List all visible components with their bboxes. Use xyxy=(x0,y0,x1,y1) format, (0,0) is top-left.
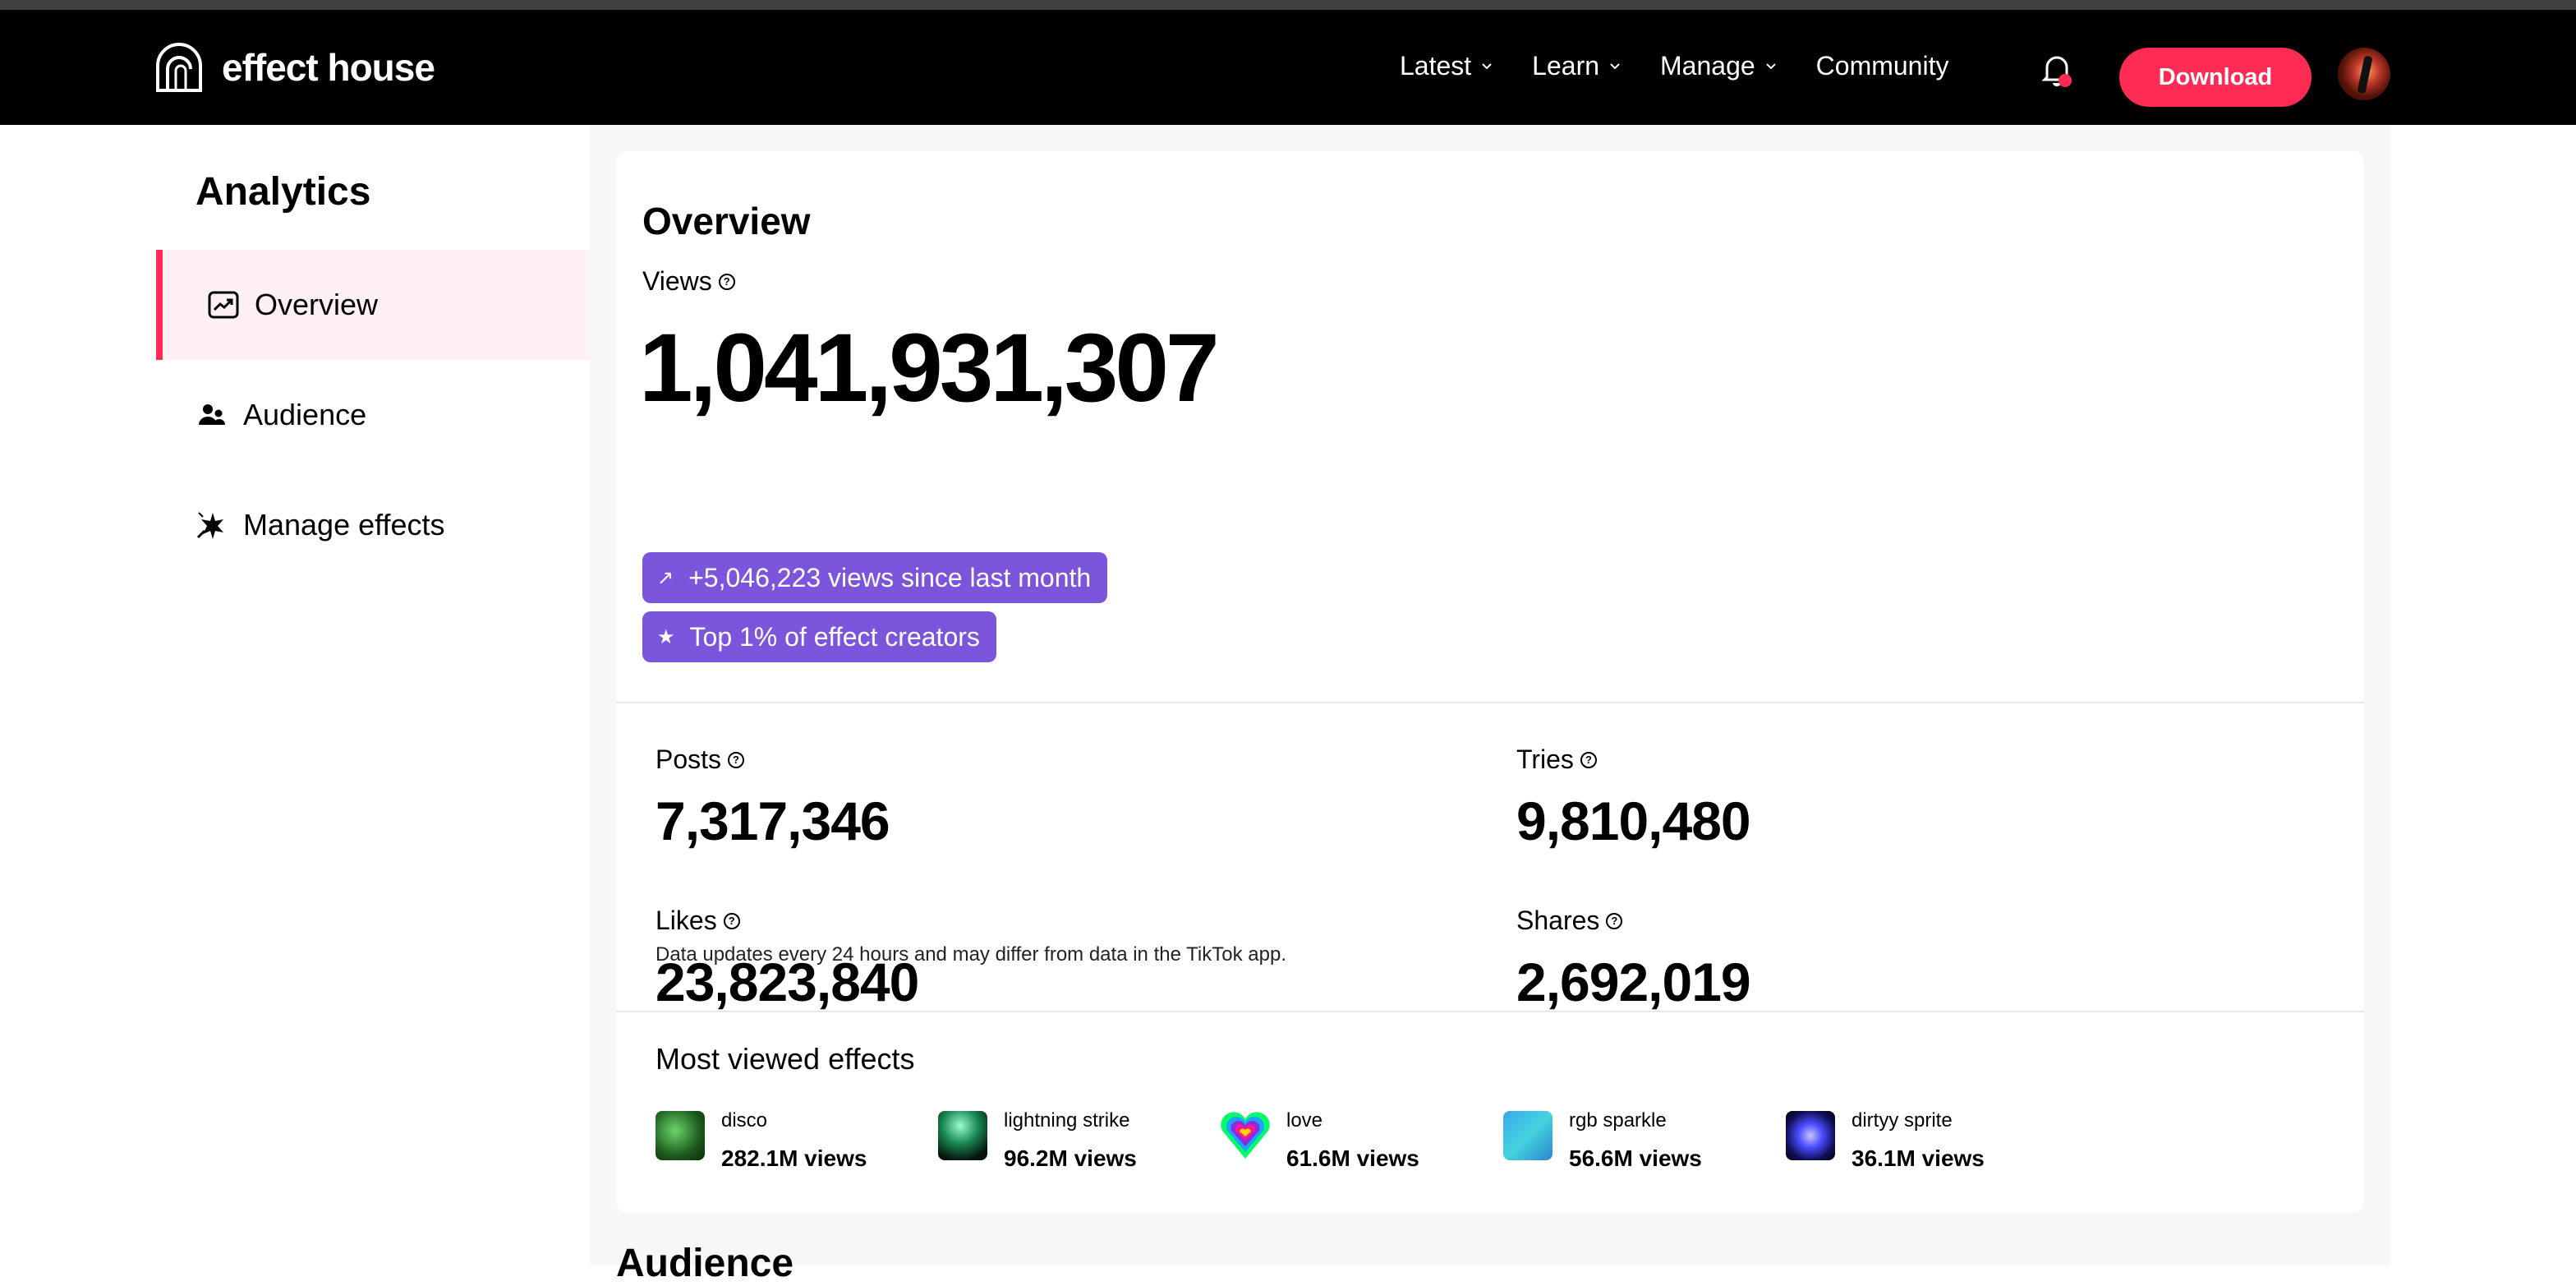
sidebar-title: Analytics xyxy=(196,170,371,214)
effect-views: 36.1M views xyxy=(1852,1145,1985,1171)
main-nav: Latest Learn Manage Community xyxy=(1400,51,1986,81)
views-growth-badge: ↗ +5,046,223 views since last month xyxy=(642,552,1108,603)
help-icon[interactable]: ? xyxy=(718,273,735,290)
effect-thumbnail xyxy=(938,1111,987,1160)
help-icon[interactable]: ? xyxy=(1580,751,1597,768)
stat-shares: Shares? 2,692,019 xyxy=(1516,906,1751,1013)
sidebar: Analytics Overview Audience Manage effec… xyxy=(0,125,590,1265)
user-avatar[interactable] xyxy=(2338,48,2390,100)
chevron-down-icon xyxy=(1765,62,1776,69)
divider xyxy=(616,702,2364,703)
nav-manage[interactable]: Manage xyxy=(1660,51,1778,81)
stat-label: Tries xyxy=(1516,744,1574,774)
help-icon[interactable]: ? xyxy=(1606,912,1623,929)
views-value: 1,041,931,307 xyxy=(639,314,1220,422)
nav-learn[interactable]: Learn xyxy=(1532,51,1622,81)
top-navbar: effect house Latest Learn Manage Communi… xyxy=(0,10,2576,125)
divider xyxy=(616,1011,2364,1012)
effect-views: 96.2M views xyxy=(1004,1145,1137,1171)
star-icon: ★ xyxy=(657,625,675,648)
views-label: Views ? xyxy=(642,266,735,297)
download-button[interactable]: Download xyxy=(2119,48,2312,107)
chart-trend-icon xyxy=(207,288,240,321)
nav-latest[interactable]: Latest xyxy=(1400,51,1494,81)
help-icon[interactable]: ? xyxy=(728,751,745,768)
nav-latest-label: Latest xyxy=(1400,51,1472,81)
effect-name: disco xyxy=(721,1109,768,1132)
audience-section-heading: Audience xyxy=(616,1242,794,1285)
effect-item-disco[interactable]: disco 282.1M views xyxy=(656,1109,938,1172)
sidebar-item-label: Manage effects xyxy=(243,508,445,542)
effect-thumbnail xyxy=(1786,1111,1835,1160)
views-label-text: Views xyxy=(642,266,712,296)
effect-name: love xyxy=(1286,1109,1323,1132)
badge-text: Top 1% of effect creators xyxy=(689,621,980,652)
effect-views: 56.6M views xyxy=(1569,1145,1702,1171)
chevron-down-icon xyxy=(1482,62,1492,69)
stat-label: Shares xyxy=(1516,906,1600,935)
effect-name: lightning strike xyxy=(1004,1109,1130,1132)
sidebar-item-overview[interactable]: Overview xyxy=(156,250,590,360)
chevron-down-icon xyxy=(1610,62,1620,69)
effect-item-dirtyy-sprite[interactable]: dirtyy sprite 36.1M views xyxy=(1786,1109,2068,1172)
overview-card: Overview Views ? 1,041,931,307 ↗ +5,046,… xyxy=(616,151,2364,1213)
effect-name: rgb sparkle xyxy=(1569,1109,1667,1132)
stat-value: 7,317,346 xyxy=(656,790,890,851)
nav-community[interactable]: Community xyxy=(1816,51,1949,81)
logo[interactable]: effect house xyxy=(154,43,435,92)
effect-name: dirtyy sprite xyxy=(1852,1109,1953,1132)
top-creator-badge: ★ Top 1% of effect creators xyxy=(642,611,996,662)
browser-top-strip xyxy=(0,0,2576,10)
data-update-note: Data updates every 24 hours and may diff… xyxy=(656,943,1286,966)
badge-text: +5,046,223 views since last month xyxy=(688,562,1092,592)
stat-label: Likes xyxy=(656,906,717,935)
sidebar-item-label: Audience xyxy=(243,398,367,431)
stat-label: Posts xyxy=(656,744,722,774)
effect-views: 61.6M views xyxy=(1286,1145,1419,1171)
logo-text: effect house xyxy=(222,46,435,89)
effect-thumbnail xyxy=(656,1111,705,1160)
effect-thumbnail xyxy=(1503,1111,1552,1160)
stat-value: 2,692,019 xyxy=(1516,952,1751,1012)
nav-learn-label: Learn xyxy=(1532,51,1600,81)
effect-item-rgb-sparkle[interactable]: rgb sparkle 56.6M views xyxy=(1503,1109,1786,1172)
most-viewed-effects-list: disco 282.1M views lightning strike 96.2M … xyxy=(656,1109,2068,1172)
sidebar-item-audience[interactable]: Audience xyxy=(156,360,590,470)
notification-dot xyxy=(2058,74,2072,87)
most-viewed-title: Most viewed effects xyxy=(656,1042,915,1076)
arrow-up-right-icon: ↗ xyxy=(657,566,674,589)
sidebar-item-label: Overview xyxy=(255,288,379,321)
stat-tries: Tries? 9,810,480 xyxy=(1516,744,1751,852)
effect-thumbnail xyxy=(1221,1111,1270,1160)
effect-item-love[interactable]: love 61.6M views xyxy=(1221,1109,1503,1172)
people-icon xyxy=(196,399,228,431)
stat-value: 9,810,480 xyxy=(1516,790,1751,851)
effect-views: 282.1M views xyxy=(721,1145,867,1171)
sidebar-item-manage-effects[interactable]: Manage effects xyxy=(156,470,590,580)
effect-item-lightning-strike[interactable]: lightning strike 96.2M views xyxy=(938,1109,1221,1172)
effect-house-logo-icon xyxy=(156,43,202,92)
help-icon[interactable]: ? xyxy=(723,912,740,929)
nav-manage-label: Manage xyxy=(1660,51,1755,81)
stat-posts: Posts? 7,317,346 xyxy=(656,744,890,852)
main-content: Overview Views ? 1,041,931,307 ↗ +5,046,… xyxy=(590,125,2390,1285)
sparkle-effect-icon xyxy=(196,509,228,542)
page-title: Overview xyxy=(642,200,811,242)
nav-community-label: Community xyxy=(1815,51,1949,81)
